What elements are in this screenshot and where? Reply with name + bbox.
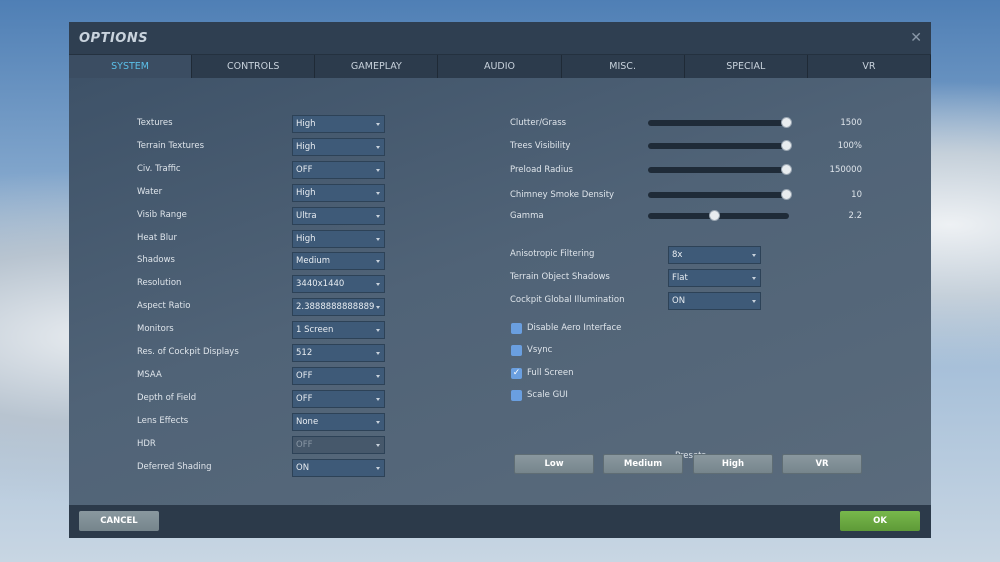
checkbox-label: Disable Aero Interface [527,323,622,333]
slider-value: 10 [851,190,862,200]
preset-medium-button[interactable]: Medium [603,454,683,474]
setting-label: Terrain Object Shadows [510,272,610,282]
slider-handle[interactable] [781,164,792,175]
checkbox-label: Vsync [527,345,553,356]
preset-high-button[interactable]: High [693,454,773,474]
checkbox-checked[interactable]: ✓ [511,367,522,379]
setting-dropdown[interactable]: Ultra [292,206,385,225]
footer: CANCEL OK [69,505,931,538]
setting-label: Civ. Traffic [137,163,181,174]
checkbox[interactable] [511,323,522,334]
setting-dropdown[interactable]: High [292,229,385,248]
slider-handle[interactable] [781,117,792,128]
slider-label: Chimney Smoke Density [510,190,615,200]
tab-special[interactable]: SPECIAL [685,55,808,78]
setting-label: Anisotropic Filtering [510,249,595,259]
slider-label: Clutter/Grass [510,118,567,128]
system-settings-panel: Presets Textures High Terrain Textures High… [69,78,931,505]
setting-dropdown[interactable]: Flat [668,269,761,287]
setting-dropdown[interactable]: OFF [292,366,385,385]
setting-label: Heat Blur [137,232,177,243]
setting-dropdown[interactable]: 2.3888888888889 [292,298,385,317]
tab-system[interactable]: SYSTEM [69,55,193,78]
setting-label: Aspect Ratio [137,301,191,312]
setting-label: Monitors [137,324,174,335]
slider-track[interactable] [648,164,792,175]
slider-value: 100% [837,141,862,151]
slider-track[interactable] [648,117,792,128]
checkbox[interactable] [511,345,522,357]
setting-dropdown: OFF [292,435,385,454]
setting-label: Resolution [137,278,182,289]
tab-misc[interactable]: MISC. [562,55,685,78]
close-icon[interactable]: ✕ [910,30,922,46]
tab-bar: SYSTEM CONTROLS GAMEPLAY AUDIO MISC. SPECIAL V… [69,55,931,78]
title-bar: OPTIONS ✕ [69,22,931,55]
slider-track[interactable] [648,210,789,221]
setting-label: Res. of Cockpit Displays [137,347,239,357]
setting-label: Shadows [137,255,175,266]
setting-dropdown[interactable]: ON [292,458,385,477]
slider-label: Trees Visibility [510,141,571,151]
setting-label: MSAA [137,369,162,380]
preset-vr-button[interactable]: VR [782,454,862,474]
slider-track[interactable] [648,189,792,200]
slider-value: 150000 [829,165,862,175]
setting-dropdown[interactable]: 1 Screen [292,321,385,340]
slider-label: Preload Radius [510,165,573,175]
setting-label: Deferred Shading [137,461,212,472]
slider-label: Gamma [510,211,544,221]
tab-gameplay[interactable]: GAMEPLAY [315,55,439,78]
setting-label: Textures [137,118,173,128]
slider-handle[interactable] [709,210,721,221]
setting-label: Depth of Field [137,392,197,403]
setting-label: Water [137,186,163,197]
setting-dropdown[interactable]: 8x [668,246,761,264]
setting-dropdown[interactable]: High [292,115,385,133]
ok-button[interactable]: OK [840,511,920,531]
setting-label: Visib Range [137,209,187,220]
setting-label: Cockpit Global Illumination [510,295,625,305]
cancel-button[interactable]: CANCEL [79,511,159,531]
tab-controls[interactable]: CONTROLS [192,55,316,78]
setting-dropdown[interactable]: None [292,412,385,431]
setting-dropdown[interactable]: High [292,137,385,156]
slider-track[interactable] [648,140,792,151]
checkbox-label: Full Screen [527,367,574,378]
slider-value: 1500 [840,118,862,128]
setting-label: HDR [137,438,156,449]
tab-vr[interactable]: VR [808,55,931,78]
setting-dropdown[interactable]: ON [668,292,761,310]
setting-dropdown[interactable]: OFF [292,389,385,408]
setting-label: Terrain Textures [137,140,205,151]
options-dialog: OPTIONS ✕ SYSTEM CONTROLS GAMEPLAY AUDIO MIS… [69,22,931,538]
preset-low-button[interactable]: Low [514,454,594,474]
setting-dropdown[interactable]: 512 [292,344,385,362]
setting-dropdown[interactable]: 3440x1440 [292,275,385,294]
setting-label: Lens Effects [137,415,189,426]
checkbox[interactable] [511,389,522,401]
slider-handle[interactable] [781,189,792,200]
tab-audio[interactable]: AUDIO [438,55,562,78]
setting-dropdown[interactable]: Medium [292,252,385,271]
slider-value: 2.2 [848,211,862,221]
dialog-title: OPTIONS [79,31,149,46]
slider-handle[interactable] [781,140,792,151]
checkbox-label: Scale GUI [527,389,568,400]
setting-dropdown[interactable]: OFF [292,160,385,179]
setting-dropdown[interactable]: High [292,183,385,202]
